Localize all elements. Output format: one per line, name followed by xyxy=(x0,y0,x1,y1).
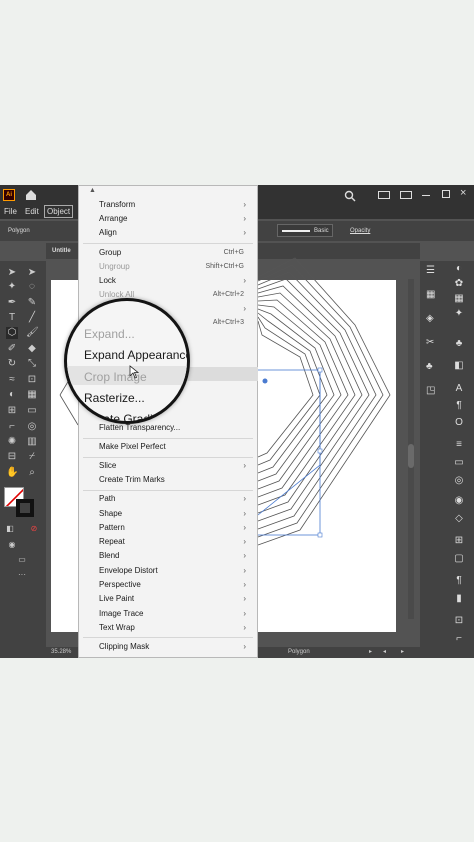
menu-item-transform[interactable]: Transform › xyxy=(99,199,249,211)
menu-item-shape[interactable]: Shape › xyxy=(99,508,249,520)
menu-item-path[interactable]: Path › xyxy=(99,493,249,505)
symbols-icon[interactable]: ♣ xyxy=(426,361,433,372)
magnified-item-rasterize[interactable]: Rasterize... xyxy=(84,391,145,405)
status-scroll-icon[interactable]: ▸ xyxy=(401,648,404,655)
menu-item-group[interactable]: Group Ctrl+G xyxy=(99,247,249,259)
panel-asset-export-icon[interactable]: ¶ xyxy=(453,575,465,587)
menu-separator xyxy=(83,438,253,439)
menu-item-make-pixel-perfect[interactable]: Make Pixel Perfect xyxy=(99,441,249,453)
menu-item-align[interactable]: Align › xyxy=(99,227,249,239)
panel-character-icon[interactable]: A xyxy=(453,383,465,395)
status-next-icon[interactable]: ◂ xyxy=(383,648,386,655)
menu-item-image-trace[interactable]: Image Trace › xyxy=(99,608,249,620)
panel-appearance-icon[interactable]: ◉ xyxy=(453,495,465,507)
panel-transparency-icon[interactable]: ◎ xyxy=(453,475,465,487)
menu-item-ungroup[interactable]: Ungroup Shift+Ctrl+G xyxy=(99,261,249,273)
panel-color-guide-icon[interactable]: ✿ xyxy=(453,278,465,290)
menu-item-create-trim-marks[interactable]: Create Trim Marks xyxy=(99,474,249,486)
menu-item-lock[interactable]: Lock › xyxy=(99,275,249,287)
zoom-level[interactable]: 35.28% xyxy=(51,649,71,655)
menu-item-pattern[interactable]: Pattern › xyxy=(99,522,249,534)
panel-stroke-icon[interactable]: ≡ xyxy=(453,439,465,451)
graphic-styles-icon[interactable]: ◳ xyxy=(426,385,435,396)
menu-item-slice[interactable]: Slice › xyxy=(99,460,249,472)
panel-pathfinder-icon[interactable]: ⊡ xyxy=(453,615,465,627)
mouse-cursor-icon xyxy=(129,365,139,379)
panel-opentype-icon[interactable]: O xyxy=(453,417,465,429)
panel-layers-icon[interactable]: ◇ xyxy=(453,513,465,525)
status-selection: Polygon xyxy=(288,649,310,655)
panel-paragraph-icon[interactable]: ¶ xyxy=(453,400,465,412)
brushes-icon[interactable]: ✂ xyxy=(426,337,434,348)
libraries-icon[interactable]: ▦ xyxy=(426,289,435,300)
magnified-item-expand-appearance[interactable]: Expand Appearance xyxy=(84,348,187,362)
panel-align-icon[interactable]: ▮ xyxy=(453,593,465,605)
color-guide-icon[interactable]: ◈ xyxy=(426,313,434,324)
menu-item-repeat[interactable]: Repeat › xyxy=(99,536,249,548)
status-prev-icon[interactable]: ▸ xyxy=(369,648,372,655)
menu-item-perspective[interactable]: Perspective › xyxy=(99,579,249,591)
panel-artboards-icon[interactable]: ⊞ xyxy=(453,535,465,547)
menu-item-live-paint[interactable]: Live Paint › xyxy=(99,593,249,605)
panel-graphic-styles-icon[interactable]: ◧ xyxy=(453,360,465,372)
menu-item-clipping-mask[interactable]: Clipping Mask › xyxy=(99,641,249,653)
menu-item-envelope-distort[interactable]: Envelope Distort › xyxy=(99,565,249,577)
object-menu: ▲ Transform › Arrange › Align › Group Ctrl+G… xyxy=(78,185,258,658)
menu-item-blend[interactable]: Blend › xyxy=(99,550,249,562)
menu-item-text-wrap[interactable]: Text Wrap › xyxy=(99,622,249,634)
panel-transform-icon[interactable]: ⌐ xyxy=(453,633,465,645)
magnifier-lens: Expand... Expand Appearance Crop Image R… xyxy=(64,298,190,424)
menu-separator xyxy=(83,457,253,458)
menu-separator xyxy=(83,637,253,638)
menu-separator xyxy=(83,243,253,244)
magnified-item-expand[interactable]: Expand... xyxy=(84,327,135,341)
panel-gradient-icon[interactable]: ▭ xyxy=(453,457,465,469)
panel-brushes-icon[interactable]: ✦ xyxy=(453,308,465,320)
properties-icon[interactable]: ☰ xyxy=(426,265,435,276)
menu-item-arrange[interactable]: Arrange › xyxy=(99,213,249,225)
panel-links-icon[interactable]: ▢ xyxy=(453,553,465,565)
panel-symbols-icon[interactable]: ♣ xyxy=(453,338,465,350)
panel-swatches-icon[interactable]: ▦ xyxy=(453,293,465,305)
right-panel-dock: ☰ ▦ ◈ ✂ ♣ ◳ xyxy=(420,261,474,658)
menu-scroll-up-icon[interactable]: ▲ xyxy=(89,187,96,194)
panel-color-icon[interactable]: ◐ xyxy=(453,263,465,275)
menu-separator xyxy=(83,490,253,491)
